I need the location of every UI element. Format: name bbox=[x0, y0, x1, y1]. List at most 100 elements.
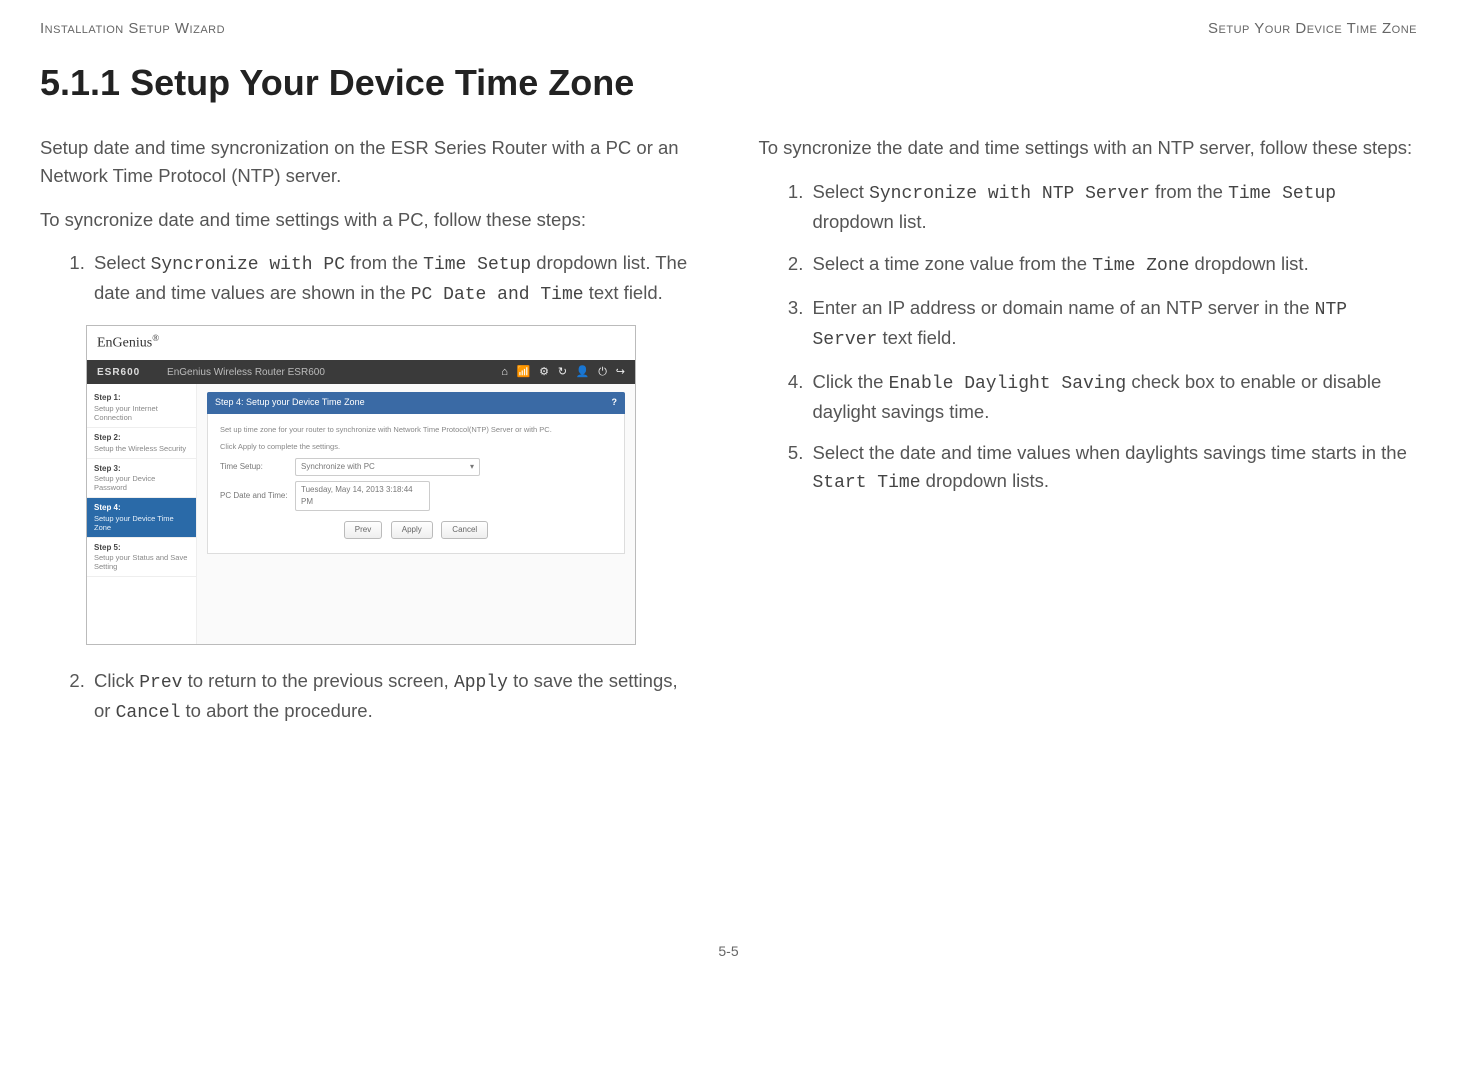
step-title: Step 2: bbox=[94, 433, 189, 443]
code: Time Setup bbox=[1228, 184, 1336, 204]
text: Select the date and time values when day… bbox=[813, 442, 1407, 463]
text: text field. bbox=[584, 282, 663, 303]
shot-body: Step 1: Setup your Internet Connection S… bbox=[87, 384, 635, 644]
apply-button[interactable]: Apply bbox=[391, 521, 433, 539]
refresh-icon[interactable]: ↻ bbox=[558, 366, 567, 378]
left-column: Setup date and time syncronization on th… bbox=[40, 134, 699, 743]
power-icon[interactable]: ⏻ bbox=[598, 366, 607, 378]
wizard-sidebar: Step 1: Setup your Internet Connection S… bbox=[87, 384, 197, 644]
sidebar-step-2[interactable]: Step 2: Setup the Wireless Security bbox=[87, 428, 196, 459]
right-steps-list: Select Syncronize with NTP Server from t… bbox=[759, 178, 1418, 497]
text: Click the bbox=[813, 371, 889, 392]
code: Prev bbox=[139, 673, 182, 693]
label-pc-date: PC Date and Time: bbox=[220, 490, 295, 502]
header-left: Installation Setup Wizard bbox=[40, 20, 225, 37]
right-step-3: Enter an IP address or domain name of an… bbox=[809, 294, 1418, 354]
code: PC Date and Time bbox=[411, 285, 584, 305]
gear-icon[interactable]: ⚙ bbox=[539, 366, 549, 378]
text: from the bbox=[1150, 181, 1228, 202]
embedded-screenshot: EnGenius® ESR600 EnGenius Wireless Route… bbox=[86, 325, 636, 645]
left-steps-list: Select Syncronize with PC from the Time … bbox=[40, 249, 699, 309]
logout-icon[interactable]: ↪ bbox=[616, 366, 625, 378]
prev-button[interactable]: Prev bbox=[344, 521, 382, 539]
step-desc: Setup your Device Time Zone bbox=[94, 514, 174, 532]
sidebar-step-3[interactable]: Step 3: Setup your Device Password bbox=[87, 459, 196, 499]
code: Syncronize with PC bbox=[151, 255, 345, 275]
brand-reg: ® bbox=[152, 333, 159, 343]
code: Enable Daylight Saving bbox=[889, 374, 1127, 394]
text: Select a time zone value from the bbox=[813, 253, 1093, 274]
header-right: Setup Your Device Time Zone bbox=[1208, 20, 1417, 37]
label-time-setup: Time Setup: bbox=[220, 461, 295, 473]
step-title: Step 1: bbox=[94, 393, 189, 403]
code: Start Time bbox=[813, 473, 921, 493]
shot-bar-left: ESR600 EnGenius Wireless Router ESR600 bbox=[97, 365, 325, 380]
left-intro-1: Setup date and time syncronization on th… bbox=[40, 134, 699, 190]
text: to return to the previous screen, bbox=[182, 670, 453, 691]
right-step-1: Select Syncronize with NTP Server from t… bbox=[809, 178, 1418, 236]
select-time-setup[interactable]: Synchronize with PC ▾ bbox=[295, 458, 480, 476]
text: dropdown list. bbox=[813, 211, 927, 232]
code: Time Setup bbox=[423, 255, 531, 275]
model-name: ESR600 bbox=[97, 367, 140, 378]
page-number: 5-5 bbox=[40, 943, 1417, 959]
home-icon[interactable]: ⌂ bbox=[501, 366, 508, 378]
left-step-2: Click Prev to return to the previous scr… bbox=[90, 667, 699, 727]
code: Apply bbox=[454, 673, 508, 693]
section-title: 5.1.1 Setup Your Device Time Zone bbox=[40, 62, 1417, 104]
shot-brand-bar: EnGenius® bbox=[87, 326, 635, 360]
chevron-down-icon: ▾ bbox=[470, 461, 474, 473]
text: Click bbox=[94, 670, 139, 691]
right-step-4: Click the Enable Daylight Saving check b… bbox=[809, 368, 1418, 426]
select-value: Synchronize with PC bbox=[301, 461, 375, 473]
cancel-button[interactable]: Cancel bbox=[441, 521, 488, 539]
shot-model-bar: ESR600 EnGenius Wireless Router ESR600 ⌂… bbox=[87, 360, 635, 385]
wifi-icon[interactable]: 📶 bbox=[517, 366, 531, 378]
text: Select bbox=[813, 181, 870, 202]
button-row: Prev Apply Cancel bbox=[220, 521, 612, 539]
sidebar-step-4[interactable]: Step 4: Setup your Device Time Zone bbox=[87, 498, 196, 538]
row-pc-date: PC Date and Time: Tuesday, May 14, 2013 … bbox=[220, 481, 612, 511]
left-intro-2: To syncronize date and time settings wit… bbox=[40, 206, 699, 234]
left-step-1: Select Syncronize with PC from the Time … bbox=[90, 249, 699, 309]
panel-desc-1: Set up time zone for your router to sync… bbox=[220, 424, 612, 435]
text: dropdown lists. bbox=[921, 470, 1050, 491]
help-icon[interactable]: ? bbox=[612, 396, 618, 410]
step-desc: Setup your Device Password bbox=[94, 474, 155, 492]
code: Cancel bbox=[116, 703, 181, 723]
panel-header: Step 4: Setup your Device Time Zone ? bbox=[207, 392, 625, 414]
text: dropdown list. bbox=[1189, 253, 1308, 274]
code: Syncronize with NTP Server bbox=[869, 184, 1150, 204]
model-subtitle: EnGenius Wireless Router ESR600 bbox=[167, 367, 325, 378]
right-intro: To syncronize the date and time settings… bbox=[759, 134, 1418, 162]
step-title: Step 4: bbox=[94, 503, 189, 513]
text: from the bbox=[345, 252, 423, 273]
panel-desc-2: Click Apply to complete the settings. bbox=[220, 441, 612, 452]
step-title: Step 5: bbox=[94, 543, 189, 553]
step-desc: Setup the Wireless Security bbox=[94, 444, 186, 453]
right-step-5: Select the date and time values when day… bbox=[809, 439, 1418, 497]
brand-name: EnGenius bbox=[97, 336, 152, 351]
text: Enter an IP address or domain name of an… bbox=[813, 297, 1315, 318]
sidebar-step-5[interactable]: Step 5: Setup your Status and Save Setti… bbox=[87, 538, 196, 578]
input-pc-date[interactable]: Tuesday, May 14, 2013 3:18:44 PM bbox=[295, 481, 430, 511]
step-desc: Setup your Status and Save Setting bbox=[94, 553, 187, 571]
right-column: To syncronize the date and time settings… bbox=[759, 134, 1418, 743]
text: Select bbox=[94, 252, 151, 273]
code: Time Zone bbox=[1092, 256, 1189, 276]
row-time-setup: Time Setup: Synchronize with PC ▾ bbox=[220, 458, 612, 476]
panel-title: Step 4: Setup your Device Time Zone bbox=[215, 396, 365, 410]
text: to abort the procedure. bbox=[180, 700, 372, 721]
step-title: Step 3: bbox=[94, 464, 189, 474]
left-steps-list-2: Click Prev to return to the previous scr… bbox=[40, 667, 699, 727]
right-step-2: Select a time zone value from the Time Z… bbox=[809, 250, 1418, 280]
page-header: Installation Setup Wizard Setup Your Dev… bbox=[40, 20, 1417, 37]
user-icon[interactable]: 👤 bbox=[576, 366, 590, 378]
content-columns: Setup date and time syncronization on th… bbox=[40, 134, 1417, 743]
sidebar-step-1[interactable]: Step 1: Setup your Internet Connection bbox=[87, 388, 196, 428]
panel-body: Set up time zone for your router to sync… bbox=[207, 414, 625, 555]
text: text field. bbox=[877, 327, 956, 348]
step-desc: Setup your Internet Connection bbox=[94, 404, 158, 422]
wizard-main: Step 4: Setup your Device Time Zone ? Se… bbox=[197, 384, 635, 644]
shot-icon-row: ⌂ 📶 ⚙ ↻ 👤 ⏻ ↪ bbox=[495, 364, 625, 381]
